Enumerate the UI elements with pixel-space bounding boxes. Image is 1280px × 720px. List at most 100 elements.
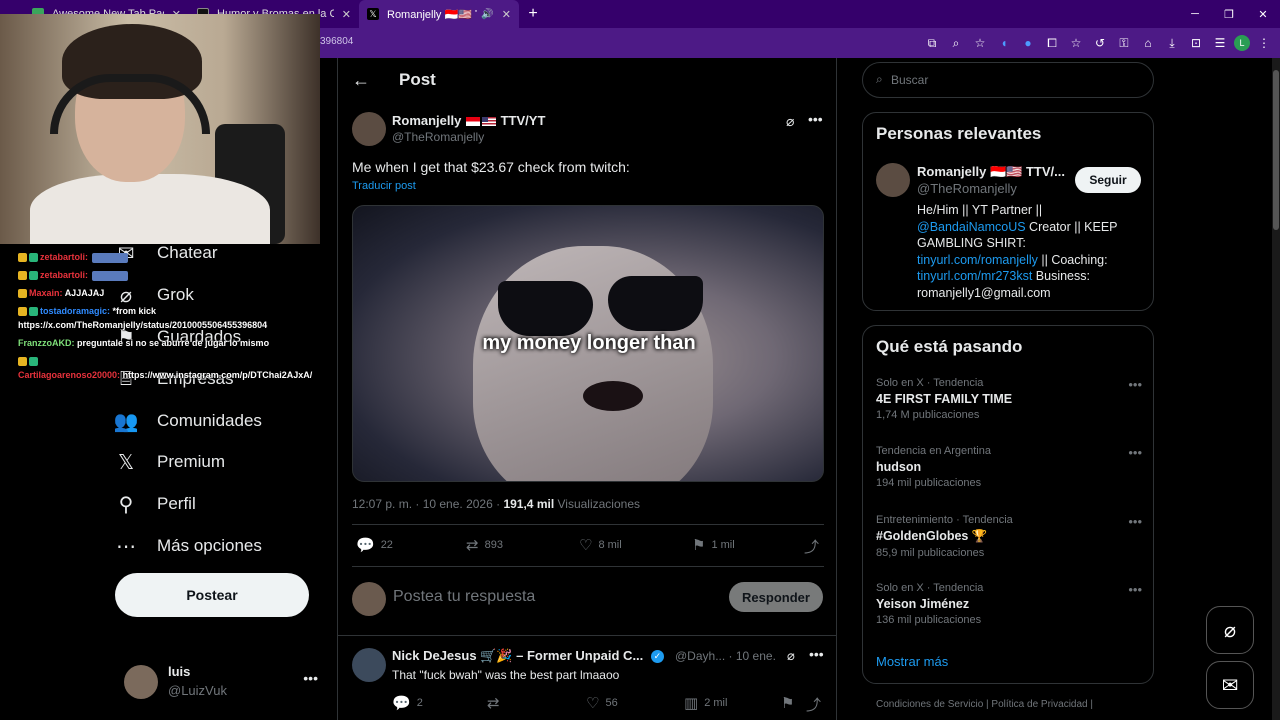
- tab-close-icon[interactable]: ✕: [342, 8, 351, 21]
- views-button[interactable]: ▥ 2 mil: [684, 694, 727, 712]
- back-arrow-icon[interactable]: ←: [352, 70, 370, 91]
- post-button[interactable]: Postear: [115, 573, 309, 617]
- follow-button[interactable]: Seguir: [1075, 167, 1141, 193]
- trend-item[interactable]: Entretenimiento · Tendencia #GoldenGlobe…: [876, 514, 1142, 559]
- translate-post-link[interactable]: Traducir post: [352, 180, 416, 192]
- reply-count: 2: [416, 697, 423, 709]
- download-icon[interactable]: ⤓: [1162, 33, 1182, 53]
- more-dots-icon[interactable]: •••: [808, 111, 823, 127]
- footer-links[interactable]: Condiciones de Servicio | Política de Pr…: [876, 699, 1093, 710]
- more-dots-icon[interactable]: •••: [1128, 445, 1142, 460]
- tweet-author-name[interactable]: Romanjelly TTV/YT: [392, 113, 545, 128]
- chat-user: FranzzoAKD:: [18, 338, 75, 348]
- extension-audio-icon[interactable]: ◖: [994, 33, 1014, 53]
- bookmark-button[interactable]: ⚑: [781, 694, 800, 712]
- browser-menu-icon[interactable]: ⋮: [1254, 33, 1274, 53]
- more-dots-icon[interactable]: •••: [1128, 514, 1142, 529]
- bookmark-button[interactable]: ⚑ 1 mil: [692, 536, 735, 554]
- audio-icon[interactable]: 🔊: [481, 9, 493, 20]
- minimize-icon[interactable]: ─: [1178, 0, 1212, 28]
- chat-text: https://www.instagram.com/p/DTChai2AJxA/: [122, 370, 313, 380]
- comment-author-name[interactable]: Nick DeJesus 🛒🎉 – Former Unpaid C... ✓: [392, 648, 664, 664]
- repost-button[interactable]: ⇄ 893: [466, 536, 503, 554]
- like-button[interactable]: ♡ 8 mil: [579, 536, 622, 554]
- key-icon[interactable]: ⚿: [1114, 33, 1134, 53]
- chat-user: Maxain:: [29, 288, 63, 298]
- nav-label: Comunidades: [157, 411, 262, 430]
- trend-item[interactable]: Solo en X · Tendencia 4E FIRST FAMILY TI…: [876, 377, 1142, 421]
- share-button[interactable]: ⤴: [806, 694, 827, 715]
- repost-count: 893: [484, 539, 503, 551]
- extensions-puzzle-icon[interactable]: ⧠: [1042, 33, 1062, 53]
- reply-input[interactable]: Postea tu respuesta: [393, 588, 535, 606]
- tab-close-icon[interactable]: ✕: [502, 8, 511, 21]
- main-column: ← Post Romanjelly TTV/YT @TheRomanjelly …: [337, 58, 837, 720]
- streamer-shirt: [30, 174, 270, 244]
- relevant-handle[interactable]: @TheRomanjelly: [917, 181, 1017, 196]
- address-bar[interactable]: 396804: [320, 36, 353, 47]
- tweet-video[interactable]: my money longer than: [352, 205, 824, 482]
- more-dots-icon[interactable]: •••: [303, 670, 318, 686]
- account-switcher[interactable]: luis @LuizVuk •••: [124, 662, 324, 702]
- tweet-timestamp[interactable]: 12:07 p. m. · 10 ene. 2026 ·: [352, 497, 500, 511]
- restore-icon[interactable]: ❐: [1212, 0, 1246, 28]
- share-button[interactable]: ⤴: [804, 536, 825, 557]
- search-input[interactable]: ⌕ Buscar: [862, 62, 1154, 98]
- window-controls: ─ ❐ ✕: [1178, 0, 1280, 28]
- bio-link[interactable]: @BandaiNamcoUS: [917, 220, 1026, 234]
- crown-badge-icon: [18, 307, 27, 317]
- more-dots-icon[interactable]: •••: [1128, 582, 1142, 597]
- new-tab-plus-icon[interactable]: +: [519, 5, 547, 23]
- reply-button[interactable]: 💬 22: [356, 536, 393, 554]
- nav-label: Premium: [157, 452, 226, 471]
- bio-link[interactable]: tinyurl.com/romanjelly: [917, 253, 1038, 267]
- close-window-icon[interactable]: ✕: [1246, 0, 1280, 28]
- account-handle: @LuizVuk: [168, 683, 227, 698]
- reply-button[interactable]: 💬 2: [392, 694, 423, 712]
- like-button[interactable]: ♡ 56: [586, 694, 618, 712]
- nav-item-communities[interactable]: 👥 Comunidades: [114, 401, 262, 441]
- comment-handle[interactable]: @Dayh... · 10 ene.: [675, 649, 776, 663]
- trend-item[interactable]: Tendencia en Argentina hudson 194 mil pu…: [876, 445, 1142, 489]
- scrollbar-thumb[interactable]: [1273, 70, 1279, 230]
- verified-badge-icon: ✓: [650, 650, 664, 664]
- zoom-icon[interactable]: ⌕: [946, 33, 966, 53]
- nav-item-premium[interactable]: 𝕏 Premium: [115, 442, 225, 482]
- reply-icon: 💬: [392, 695, 411, 712]
- grok-fab-icon[interactable]: ⌀: [1206, 606, 1254, 654]
- bookmark-star-icon[interactable]: ☆: [970, 33, 990, 53]
- more-dots-icon[interactable]: •••: [1128, 377, 1142, 392]
- like-count: 56: [605, 697, 618, 709]
- favorites-icon[interactable]: ☆: [1066, 33, 1086, 53]
- crown-badge-icon: [18, 253, 27, 263]
- nav-item-more[interactable]: ⋯ Más opciones: [115, 526, 262, 566]
- trend-item[interactable]: Solo en X · Tendencia Yeison Jiménez 136…: [876, 582, 1142, 626]
- show-more-link[interactable]: Mostrar más: [876, 654, 948, 669]
- divider: [352, 566, 824, 567]
- browser-tab-active[interactable]: 𝕏 Romanjelly 🇮🇩🇺🇸 TTV/YT en 🔊 ✕: [359, 0, 519, 28]
- bio-link[interactable]: tinyurl.com/mr273kst: [917, 269, 1032, 283]
- relevant-name[interactable]: Romanjelly 🇮🇩🇺🇸 TTV/...: [917, 164, 1065, 180]
- history-icon[interactable]: ↺: [1090, 33, 1110, 53]
- extension-blue-icon[interactable]: ●: [1018, 33, 1038, 53]
- tweet-author-handle[interactable]: @TheRomanjelly: [392, 130, 484, 144]
- bookmark-count: 1 mil: [711, 539, 735, 551]
- collections-icon[interactable]: ⌂: [1138, 33, 1158, 53]
- repost-button[interactable]: ⇄: [487, 694, 506, 712]
- grok-explain-icon[interactable]: ⌀: [786, 113, 794, 130]
- avatar[interactable]: [352, 648, 386, 682]
- avatar[interactable]: [352, 112, 386, 146]
- messages-fab-icon[interactable]: ✉: [1206, 661, 1254, 709]
- more-dots-icon[interactable]: •••: [809, 646, 824, 662]
- screenshot-icon[interactable]: ⊡: [1186, 33, 1206, 53]
- avatar[interactable]: [876, 163, 910, 197]
- install-app-icon[interactable]: ⧉: [922, 33, 942, 53]
- trend-count: 1,74 M publicaciones: [876, 409, 980, 421]
- nav-item-profile[interactable]: ⚲ Perfil: [115, 484, 196, 524]
- page-scrollbar[interactable]: [1272, 58, 1280, 720]
- author-name-text: Romanjelly: [392, 113, 462, 128]
- grok-explain-icon[interactable]: ⌀: [787, 648, 795, 664]
- reply-submit-button[interactable]: Responder: [729, 582, 823, 612]
- reading-list-icon[interactable]: ☰: [1210, 33, 1230, 53]
- profile-avatar[interactable]: L: [1234, 35, 1250, 51]
